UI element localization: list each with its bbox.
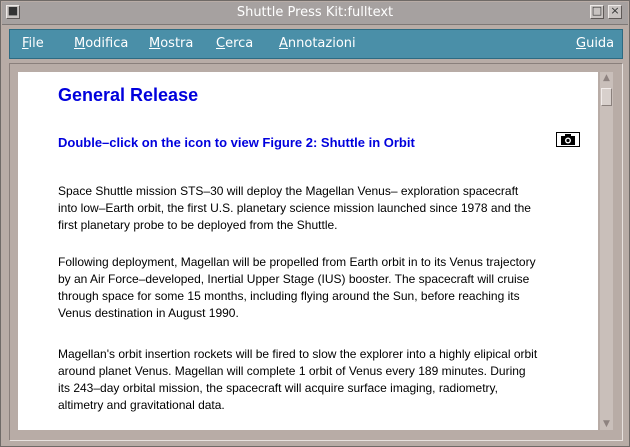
content-frame: General Release Double–click on the icon… bbox=[9, 63, 623, 441]
paragraph-line: Following deployment, Magellan will be p… bbox=[58, 255, 536, 269]
paragraph-line: into low–Earth orbit, the first U.S. pla… bbox=[58, 201, 531, 215]
paragraph-1: Space Shuttle mission STS–30 will deploy… bbox=[58, 183, 558, 234]
menu-bar: File Modifica Mostra Cerca Annotazioni G… bbox=[9, 29, 623, 59]
app-window: ■ Shuttle Press Kit:fulltext □ × File Mo… bbox=[0, 0, 630, 447]
menu-annotazioni[interactable]: Annotazioni bbox=[279, 36, 356, 51]
paragraph-line: around planet Venus. Magellan will compl… bbox=[58, 364, 526, 378]
document-heading: General Release bbox=[58, 85, 199, 105]
document-view[interactable]: General Release Double–click on the icon… bbox=[18, 72, 598, 430]
paragraph-line: Magellan's orbit insertion rockets will … bbox=[58, 347, 538, 361]
close-icon: × bbox=[610, 4, 620, 17]
scroll-down-arrow-icon[interactable]: ▼ bbox=[600, 418, 613, 430]
menu-mostra[interactable]: Mostra bbox=[149, 36, 193, 51]
paragraph-2: Following deployment, Magellan will be p… bbox=[58, 254, 558, 322]
figure-link[interactable]: Double–click on the icon to view Figure … bbox=[58, 135, 415, 150]
paragraph-line: first planetary probe to be deployed fro… bbox=[58, 218, 338, 232]
menu-modifica[interactable]: Modifica bbox=[74, 36, 128, 51]
paragraph-line: its 243–day orbital mission, the spacecr… bbox=[58, 381, 498, 395]
title-bar[interactable]: ■ Shuttle Press Kit:fulltext □ × bbox=[2, 2, 628, 25]
vertical-scrollbar[interactable]: ▲ ▼ bbox=[600, 72, 613, 430]
close-button[interactable]: × bbox=[608, 4, 622, 19]
window-title: Shuttle Press Kit:fulltext bbox=[236, 5, 394, 20]
paragraph-3: Magellan's orbit insertion rockets will … bbox=[58, 346, 558, 414]
paragraph-line: through space for some 15 months, includ… bbox=[58, 289, 520, 303]
minimize-icon: □ bbox=[591, 4, 603, 17]
minimize-button[interactable]: □ bbox=[590, 4, 604, 19]
scroll-thumb[interactable] bbox=[601, 88, 612, 106]
paragraph-line: by an Air Force–developed, Inertial Uppe… bbox=[58, 272, 530, 286]
camera-icon[interactable] bbox=[556, 132, 580, 147]
menu-file[interactable]: File bbox=[22, 36, 44, 51]
paragraph-line: altimetry and gravitational data. bbox=[58, 398, 225, 412]
menu-cerca[interactable]: Cerca bbox=[216, 36, 253, 51]
paragraph-line: Space Shuttle mission STS–30 will deploy… bbox=[58, 184, 519, 198]
paragraph-line: Venus destination in August 1990. bbox=[58, 306, 239, 320]
menu-guida[interactable]: Guida bbox=[576, 36, 614, 51]
scroll-up-arrow-icon[interactable]: ▲ bbox=[600, 72, 613, 84]
